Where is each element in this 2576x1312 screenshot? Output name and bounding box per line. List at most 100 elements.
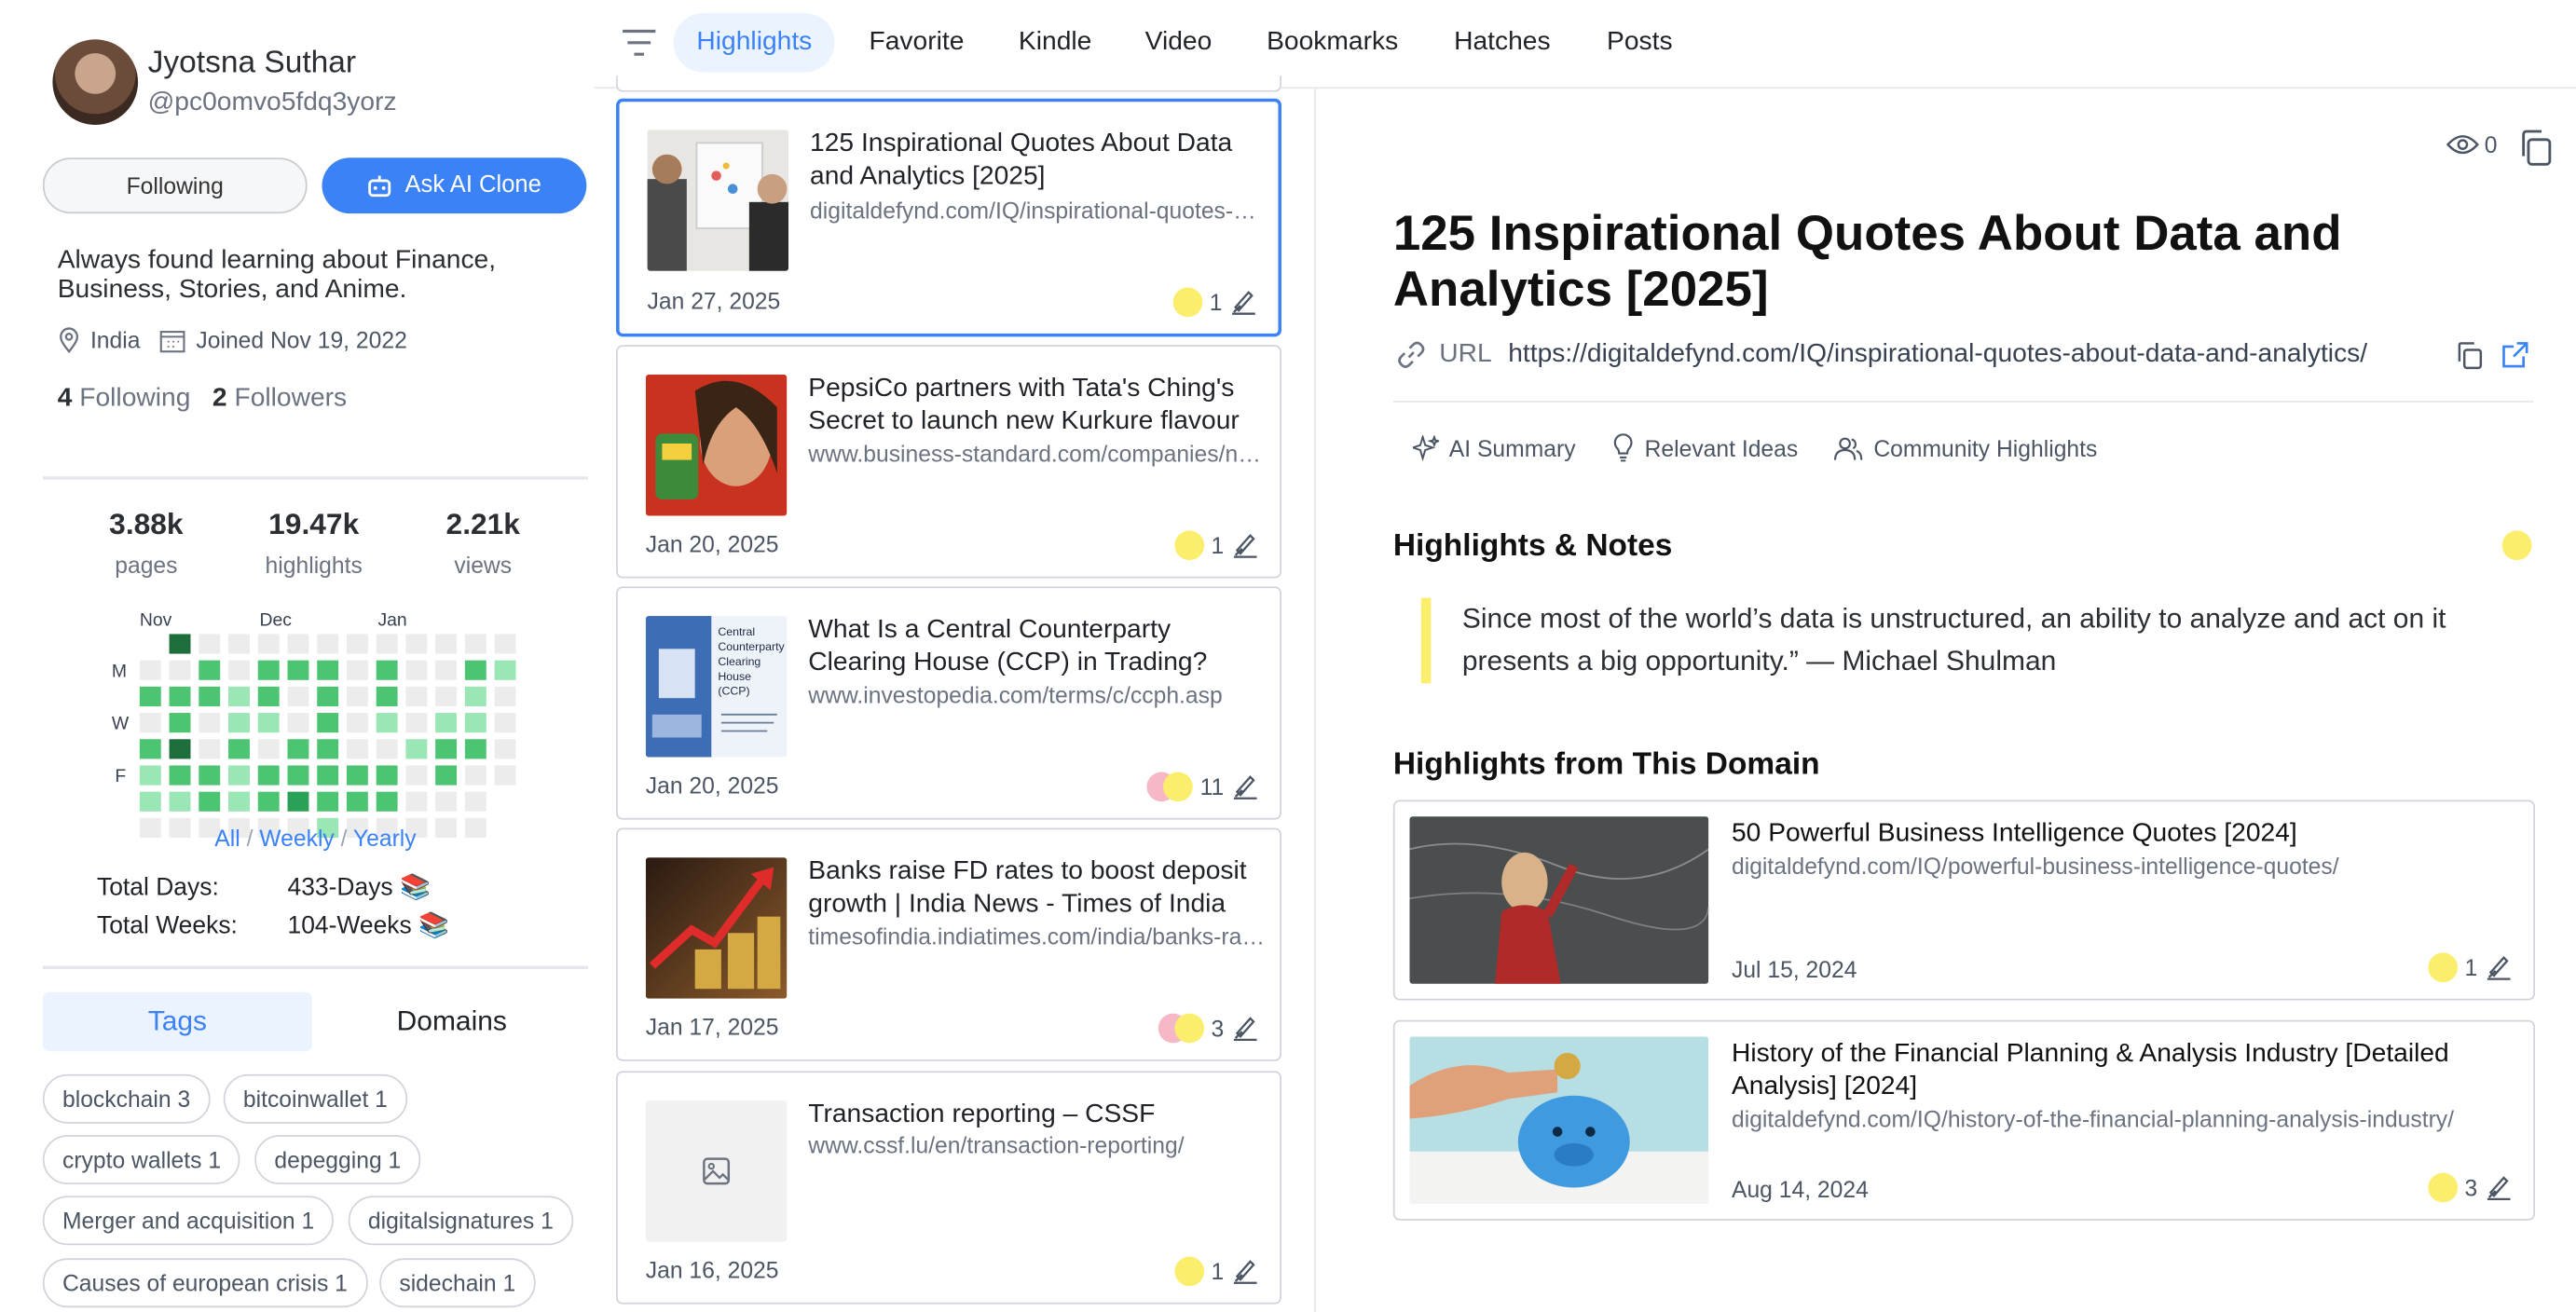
tab-relevant-ideas[interactable]: Relevant Ideas <box>1611 433 1798 462</box>
heatmap-cell[interactable] <box>287 791 309 812</box>
article-url-link[interactable]: https://digitaldefynd.com/IQ/inspiration… <box>1508 340 2438 370</box>
heatmap-cell[interactable] <box>317 765 339 786</box>
heatmap-cell[interactable] <box>464 791 486 812</box>
heatmap-cell[interactable] <box>494 765 516 786</box>
heatmap-cell[interactable] <box>435 739 458 759</box>
tag-chip[interactable]: bitcoinwallet 1 <box>223 1073 408 1124</box>
heatmap-cell[interactable] <box>346 686 368 707</box>
heatmap-cell[interactable] <box>228 634 250 654</box>
tab-posts[interactable]: Posts <box>1607 13 1673 72</box>
heatmap-cell[interactable] <box>257 791 280 812</box>
heatmap-cell[interactable] <box>435 686 458 707</box>
heatmap-cell[interactable] <box>169 739 191 759</box>
heatmap-cell[interactable] <box>346 765 368 786</box>
heatmap-cell[interactable] <box>494 713 516 733</box>
heatmap-cell[interactable] <box>317 660 339 680</box>
list-item[interactable]: 125 Inspirational Quotes About Data and … <box>616 98 1281 337</box>
heatmap-cell[interactable] <box>169 660 191 680</box>
following-link[interactable]: 4 Following <box>58 384 191 412</box>
avatar[interactable] <box>52 39 139 125</box>
heatmap-cell[interactable] <box>405 713 428 733</box>
tab-domains[interactable]: Domains <box>315 992 588 1051</box>
heatmap-cell[interactable] <box>376 739 398 759</box>
heatmap-cell[interactable] <box>287 660 309 680</box>
followers-link[interactable]: 2 Followers <box>212 384 347 412</box>
heatmap-cell[interactable] <box>287 765 309 786</box>
highlight-color-dot[interactable] <box>2501 530 2532 561</box>
heatmap-cell[interactable] <box>257 686 280 707</box>
following-button[interactable]: Following <box>42 157 308 214</box>
heatmap-cell[interactable] <box>376 686 398 707</box>
tag-chip[interactable]: depegging 1 <box>254 1135 421 1184</box>
tag-chip[interactable]: digitalsignatures 1 <box>348 1196 573 1246</box>
heatmap-cell[interactable] <box>139 765 161 786</box>
domain-item[interactable]: 50 Powerful Business Intelligence Quotes… <box>1392 800 2536 1001</box>
heatmap-cell[interactable] <box>317 634 339 654</box>
heatmap-cell[interactable] <box>139 660 161 680</box>
heatmap-cell[interactable] <box>435 791 458 812</box>
heatmap-cell[interactable] <box>435 660 458 680</box>
heatmap-cell[interactable] <box>405 686 428 707</box>
heatmap-cell[interactable] <box>346 791 368 812</box>
heatmap-cell[interactable] <box>464 765 486 786</box>
heatmap-cell[interactable] <box>405 634 428 654</box>
heatmap-cell[interactable] <box>376 634 398 654</box>
heatmap-cell[interactable] <box>169 713 191 733</box>
heatmap-cell[interactable] <box>435 634 458 654</box>
filter-icon[interactable] <box>621 26 657 59</box>
heatmap-cell[interactable] <box>464 686 486 707</box>
heatmap-cell[interactable] <box>494 686 516 707</box>
heatmap-cell[interactable] <box>139 791 161 812</box>
heatmap-cell[interactable] <box>287 739 309 759</box>
heatmap-cell[interactable] <box>257 713 280 733</box>
heatmap-cell[interactable] <box>376 765 398 786</box>
range-weekly[interactable]: Weekly <box>259 825 334 851</box>
tab-hatches[interactable]: Hatches <box>1454 13 1550 72</box>
heatmap-cell[interactable] <box>199 713 221 733</box>
heatmap-cell[interactable] <box>494 739 516 759</box>
heatmap-cell[interactable] <box>169 634 191 654</box>
heatmap-cell[interactable] <box>199 739 221 759</box>
heatmap-cell[interactable] <box>169 765 191 786</box>
tag-chip[interactable]: Causes of european crisis 1 <box>42 1258 368 1308</box>
heatmap-cell[interactable] <box>464 660 486 680</box>
highlight-quote[interactable]: Since most of the world’s data is unstru… <box>1420 597 2539 684</box>
heatmap-cell[interactable] <box>169 686 191 707</box>
heatmap-cell[interactable] <box>376 713 398 733</box>
heatmap-cell[interactable] <box>228 686 250 707</box>
heatmap-cell[interactable] <box>494 660 516 680</box>
heatmap-cell[interactable] <box>494 634 516 654</box>
tab-ai-summary[interactable]: AI Summary <box>1413 433 1576 461</box>
heatmap-cell[interactable] <box>346 634 368 654</box>
tag-chip[interactable]: sidechain 1 <box>379 1258 536 1308</box>
tab-favorite[interactable]: Favorite <box>870 13 965 72</box>
heatmap-cell[interactable] <box>376 660 398 680</box>
heatmap-cell[interactable] <box>199 765 221 786</box>
heatmap-cell[interactable] <box>139 713 161 733</box>
heatmap-cell[interactable] <box>257 739 280 759</box>
heatmap-cell[interactable] <box>228 791 250 812</box>
domain-item[interactable]: History of the Financial Planning & Anal… <box>1392 1019 2536 1221</box>
list-item[interactable]: Central Counterparty Clearing House (CCP… <box>616 586 1281 820</box>
heatmap-cell[interactable] <box>169 791 191 812</box>
tab-tags[interactable]: Tags <box>42 991 312 1052</box>
heatmap-cell[interactable] <box>228 765 250 786</box>
heatmap-cell[interactable] <box>317 791 339 812</box>
heatmap-cell[interactable] <box>199 686 221 707</box>
heatmap-cell[interactable] <box>139 686 161 707</box>
heatmap-cell[interactable] <box>405 739 428 759</box>
heatmap-cell[interactable] <box>405 765 428 786</box>
tag-chip[interactable]: Merger and acquisition 1 <box>42 1196 335 1246</box>
heatmap-cell[interactable] <box>464 634 486 654</box>
heatmap-cell[interactable] <box>287 686 309 707</box>
heatmap-cell[interactable] <box>405 791 428 812</box>
heatmap-cell[interactable] <box>199 660 221 680</box>
heatmap-cell[interactable] <box>376 791 398 812</box>
copy-url-icon[interactable] <box>2455 340 2485 370</box>
heatmap-cell[interactable] <box>346 739 368 759</box>
range-yearly[interactable]: Yearly <box>353 825 417 851</box>
tab-video[interactable]: Video <box>1145 13 1213 72</box>
ask-ai-clone-button[interactable]: Ask AI Clone <box>322 157 587 214</box>
heatmap-cell[interactable] <box>317 686 339 707</box>
external-link-icon[interactable] <box>2501 340 2530 370</box>
